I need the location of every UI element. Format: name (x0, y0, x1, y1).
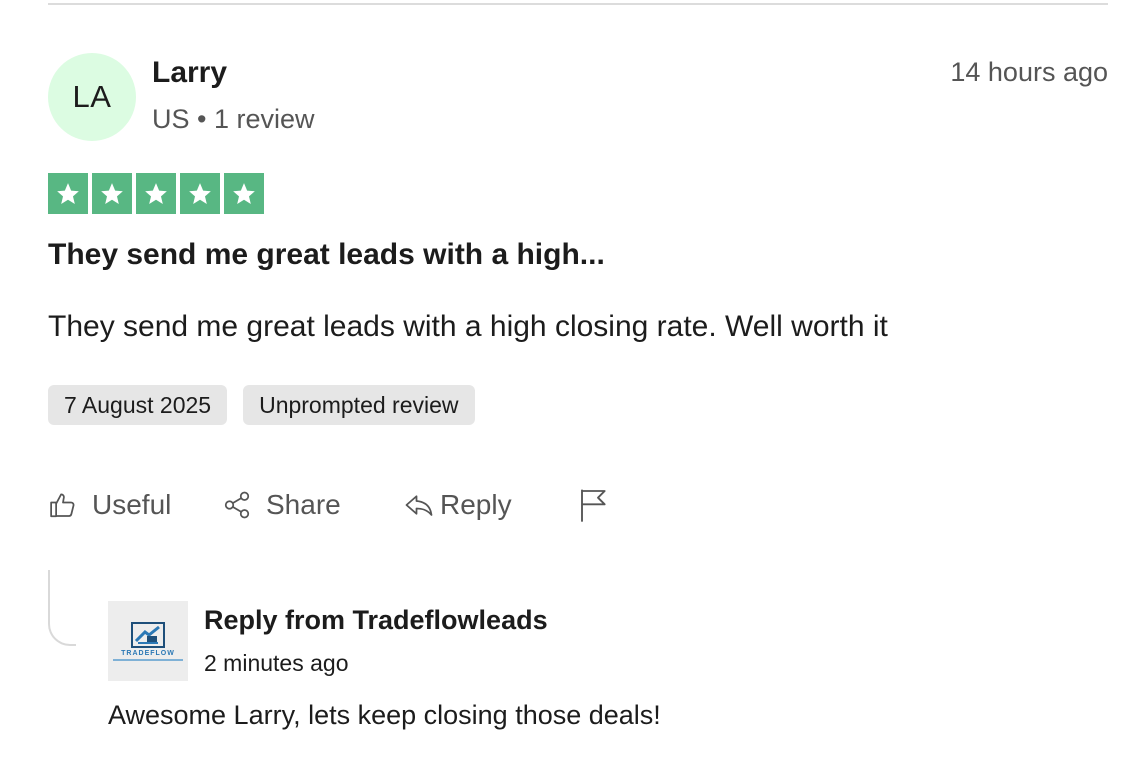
company-reply-time: 2 minutes ago (204, 650, 349, 676)
top-divider (48, 3, 1108, 5)
reply-label: Reply (440, 489, 512, 520)
reviewer-name[interactable]: Larry (152, 56, 227, 90)
useful-button[interactable]: Useful (48, 484, 171, 526)
review-body: They send me great leads with a high clo… (48, 310, 888, 343)
reply-arrow-icon (404, 490, 434, 520)
reply-connector-line (48, 570, 76, 646)
share-button[interactable]: Share (222, 484, 341, 526)
tradeflow-logo-icon (131, 621, 165, 648)
star-icon (48, 173, 88, 214)
review-posted-time: 14 hours ago (950, 57, 1108, 87)
company-logo-tagline (113, 658, 183, 661)
review-tags: 7 August 2025 Unprompted review (48, 385, 475, 425)
avatar-initials: LA (72, 79, 112, 114)
star-icon (180, 173, 220, 214)
share-icon (222, 490, 252, 520)
thumbs-up-icon (48, 490, 78, 520)
useful-label: Useful (92, 489, 172, 520)
share-label: Share (266, 489, 341, 520)
company-logo: TRADEFLOW (108, 601, 188, 681)
review-title: They send me great leads with a high... (48, 238, 605, 271)
reviewer-meta: US • 1 review (152, 104, 315, 134)
unprompted-review-tag[interactable]: Unprompted review (243, 385, 475, 425)
company-logo-text: TRADEFLOW (121, 649, 175, 657)
reply-button[interactable]: Reply (404, 484, 512, 526)
review-actions: Useful Share Reply (48, 484, 668, 526)
star-icon (136, 173, 176, 214)
avatar: LA (48, 53, 136, 141)
star-icon (92, 173, 132, 214)
report-button[interactable] (578, 484, 610, 526)
experience-date-tag: 7 August 2025 (48, 385, 228, 425)
star-rating (48, 173, 264, 214)
company-reply-title: Reply from Tradeflowleads (204, 605, 548, 635)
star-icon (224, 173, 264, 214)
flag-icon (578, 487, 610, 523)
company-reply-body: Awesome Larry, lets keep closing those d… (108, 700, 661, 730)
